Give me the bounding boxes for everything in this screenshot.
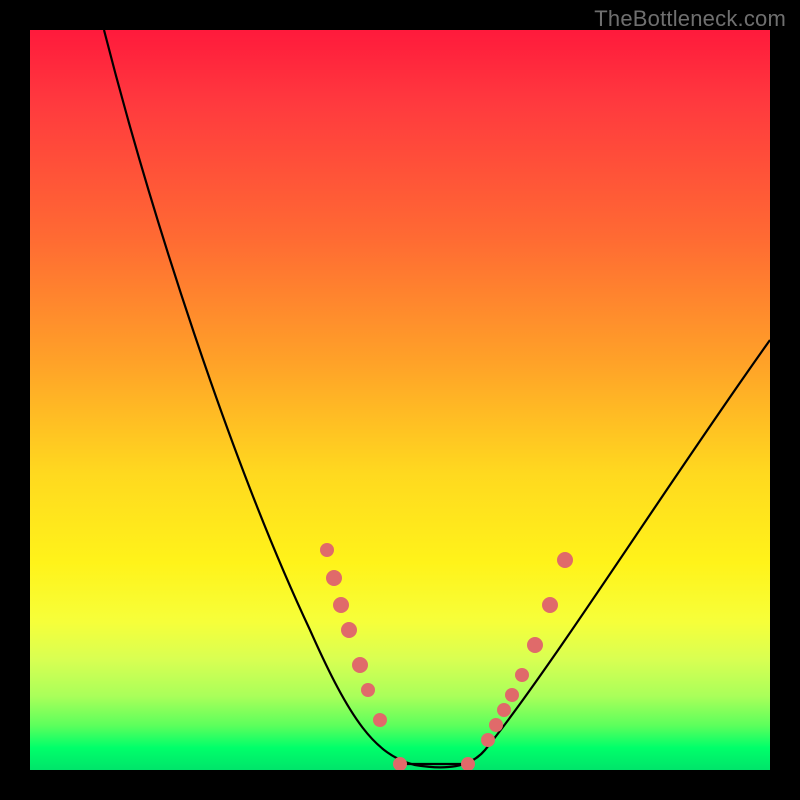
bottleneck-curve [104, 30, 770, 767]
curve-marker [542, 597, 558, 613]
attribution-text: TheBottleneck.com [594, 6, 786, 32]
curve-marker [373, 713, 387, 727]
curve-marker [393, 757, 407, 770]
chart-plot-area [30, 30, 770, 770]
curve-marker [497, 703, 511, 717]
curve-marker [326, 570, 342, 586]
curve-marker [361, 683, 375, 697]
curve-marker [481, 733, 495, 747]
curve-marker [489, 718, 503, 732]
curve-marker [333, 597, 349, 613]
curve-marker [505, 688, 519, 702]
curve-marker [557, 552, 573, 568]
curve-marker [341, 622, 357, 638]
curve-marker [515, 668, 529, 682]
chart-svg [30, 30, 770, 770]
curve-marker [320, 543, 334, 557]
curve-marker [352, 657, 368, 673]
curve-marker [527, 637, 543, 653]
chart-frame: TheBottleneck.com [0, 0, 800, 800]
